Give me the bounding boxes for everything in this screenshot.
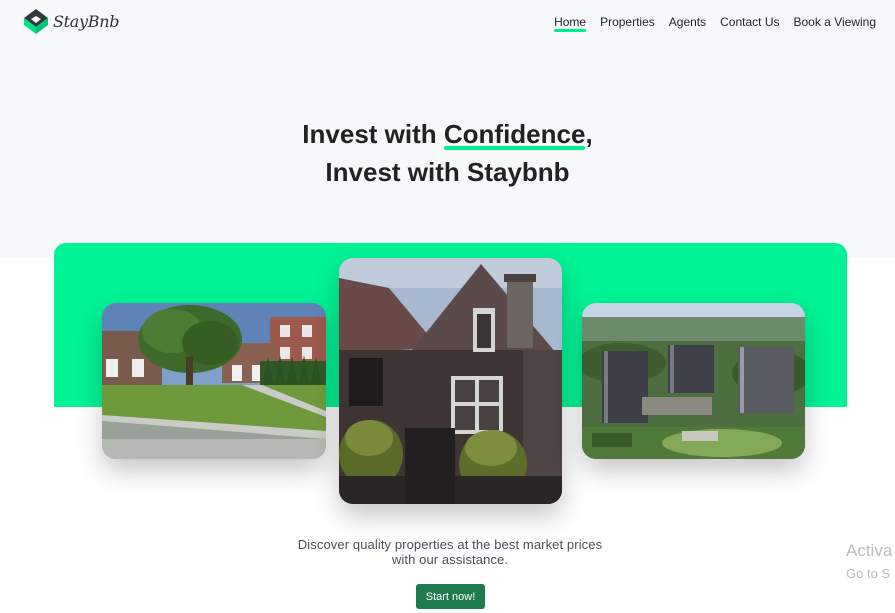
- nav-properties[interactable]: Properties: [600, 15, 655, 29]
- tower-complex-photo: [582, 303, 805, 459]
- tagline: Discover quality properties at the best …: [0, 537, 895, 567]
- nav-contact-us[interactable]: Contact Us: [720, 15, 779, 29]
- start-now-button[interactable]: Start now!: [416, 584, 485, 609]
- property-image-suburban: [102, 303, 326, 459]
- headline-highlight: Confidence: [443, 115, 585, 153]
- hero-headline: Invest with Confidence, Invest with Stay…: [0, 115, 895, 191]
- watermark-line2: Go to S: [846, 566, 891, 581]
- brick-house-photo: [339, 258, 562, 504]
- house-logo-icon: [24, 9, 48, 34]
- nav-home[interactable]: Home: [554, 15, 587, 32]
- navbar: StayBnb Home Properties Agents Contact U…: [0, 0, 895, 44]
- headline-brand: Staybnb: [467, 157, 570, 187]
- landing-page: StayBnb Home Properties Agents Contact U…: [0, 0, 895, 613]
- suburban-house-photo: [102, 303, 326, 459]
- property-image-brick-house: [339, 258, 562, 504]
- tagline-line1: Discover quality properties at the best …: [297, 537, 603, 552]
- activation-watermark: Activa Go to S: [846, 541, 892, 587]
- headline-line2: Invest with Staybnb: [325, 157, 569, 187]
- headline-line2-prefix: Invest with: [325, 157, 467, 187]
- headline-line1-suffix: ,: [585, 119, 593, 149]
- headline-line1: Invest with Confidence,: [302, 119, 593, 150]
- property-image-towers: [582, 303, 805, 459]
- nav-agents[interactable]: Agents: [669, 15, 706, 29]
- main-nav: Home Properties Agents Contact Us Book a…: [554, 15, 877, 32]
- nav-book-a-viewing[interactable]: Book a Viewing: [794, 15, 877, 29]
- tagline-line2: with our assistance.: [391, 552, 509, 567]
- headline-line1-prefix: Invest with: [302, 119, 444, 149]
- watermark-line1: Activa: [846, 541, 893, 560]
- brand-name: StayBnb: [53, 11, 120, 31]
- logo[interactable]: StayBnb: [22, 7, 119, 35]
